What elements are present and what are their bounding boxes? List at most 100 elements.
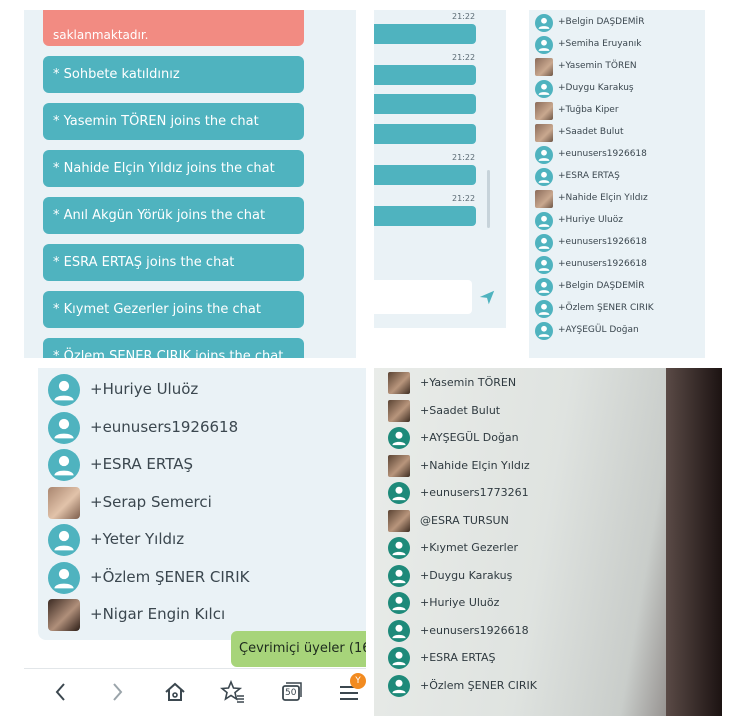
chat-bubble: [374, 65, 476, 85]
user-list-item[interactable]: +eunusers1773261: [388, 482, 668, 506]
default-avatar: [48, 411, 80, 444]
user-list-item[interactable]: +Belgin DAŞDEMİR: [535, 14, 705, 34]
user-list-item[interactable]: +Semiha Eruyanık: [535, 36, 705, 56]
user-list-item[interactable]: +Huriye Uluöz: [48, 374, 348, 408]
default-avatar: [388, 482, 410, 504]
user-icon: [54, 568, 74, 588]
default-avatar: [535, 14, 553, 32]
scrollbar[interactable]: [487, 170, 490, 228]
user-icon: [538, 83, 550, 95]
user-list-item[interactable]: +Kıymet Gezerler: [388, 537, 668, 561]
default-avatar: [48, 524, 80, 556]
default-avatar: [535, 278, 553, 296]
user-icon: [538, 237, 550, 249]
device-edge: [666, 368, 722, 716]
user-list-item[interactable]: +Saadet Bulut: [535, 124, 705, 144]
user-list-item[interactable]: +Serap Semerci: [48, 486, 348, 521]
user-list-item[interactable]: +ESRA ERTAŞ: [48, 449, 348, 483]
chat-bubbles-panel: 21:22 21:22 21:22 21:22: [374, 10, 506, 328]
user-photo-avatar: [535, 58, 553, 76]
user-name: @ESRA TURSUN: [420, 513, 509, 527]
user-list-item[interactable]: +Tuğba Kiper: [535, 102, 705, 122]
user-name: +ESRA ERTAŞ: [420, 651, 496, 664]
home-icon[interactable]: [162, 679, 188, 705]
user-list-item[interactable]: +eunusers1926618: [535, 234, 705, 254]
user-name: +eunusers1926618: [90, 417, 239, 436]
system-message: * ESRA ERTAŞ joins the chat: [43, 244, 304, 281]
message-input[interactable]: [374, 280, 472, 314]
user-list-item[interactable]: +Nahide Elçin Yıldız: [388, 454, 668, 479]
default-avatar: [535, 212, 553, 230]
user-icon: [538, 281, 550, 293]
user-list-item[interactable]: +Duygu Karakuş: [388, 564, 668, 589]
default-avatar: [388, 427, 410, 449]
default-avatar: [388, 537, 410, 559]
chevron-left-icon[interactable]: [48, 679, 74, 705]
user-list-item[interactable]: +Duygu Karakuş: [535, 80, 705, 100]
user-icon: [392, 679, 406, 693]
system-message: * Kıymet Gezerler joins the chat: [43, 291, 304, 328]
chevron-right-icon[interactable]: [104, 679, 130, 705]
user-list-item[interactable]: +Huriye Uluöz: [535, 212, 705, 232]
user-icon: [538, 215, 550, 227]
user-list-item[interactable]: +Özlem ŞENER CIRIK: [48, 561, 348, 596]
user-name: +Saadet Bulut: [558, 127, 624, 137]
user-photo-avatar: [535, 124, 553, 142]
user-name: +Yeter Yıldız: [90, 530, 185, 548]
chat-messages-panel: saklanmaktadır. * Sohbete katıldınız * Y…: [24, 10, 356, 358]
user-icon: [392, 596, 406, 611]
user-name: +Huriye Uluöz: [90, 380, 199, 398]
user-name: +eunusers1926618: [558, 259, 647, 269]
user-icon: [538, 325, 550, 337]
user-name: +AYŞEGÜL Doğan: [558, 325, 639, 335]
user-list-item[interactable]: +ESRA ERTAŞ: [388, 647, 668, 671]
user-list-item[interactable]: +eunusers1926618: [48, 411, 348, 446]
user-photo-avatar: [48, 599, 80, 631]
user-list-item[interactable]: +eunusers1926618: [535, 146, 705, 166]
user-list-item[interactable]: +eunusers1926618: [535, 256, 705, 276]
user-name: +eunusers1926618: [558, 149, 647, 159]
user-list-item[interactable]: +Nahide Elçin Yıldız: [535, 190, 705, 210]
user-name: +Belgin DAŞDEMİR: [558, 281, 645, 291]
user-list-item[interactable]: +Yasemin TÖREN: [388, 372, 668, 396]
user-list-item[interactable]: +Nigar Engin Kılcı: [48, 599, 348, 633]
online-members-tab[interactable]: Çevrimiçi üyeler (16: [231, 631, 366, 667]
user-icon: [538, 39, 550, 51]
user-icon: [392, 431, 406, 446]
user-list-item[interactable]: +ESRA ERTAŞ: [535, 168, 705, 188]
send-icon[interactable]: [478, 288, 496, 306]
user-name: +Huriye Uluöz: [420, 596, 500, 609]
user-list-item[interactable]: +Özlem ŞENER CIRIK: [535, 300, 705, 320]
user-icon: [538, 259, 550, 271]
user-photo-avatar: [388, 454, 410, 477]
user-list-item[interactable]: @ESRA TURSUN: [388, 509, 668, 534]
user-name: +Belgin DAŞDEMİR: [558, 17, 645, 27]
system-message: * Yasemin TÖREN joins the chat: [43, 103, 304, 140]
user-photo-avatar: [535, 190, 553, 208]
user-list-item[interactable]: +AYŞEGÜL Doğan: [388, 427, 668, 451]
tabs-button[interactable]: 50: [278, 679, 304, 705]
user-list-item[interactable]: +Yasemin TÖREN: [535, 58, 705, 78]
star-list-icon[interactable]: [220, 679, 246, 705]
alert-message: saklanmaktadır.: [43, 10, 304, 46]
user-list-item[interactable]: +Saadet Bulut: [388, 399, 668, 424]
user-icon: [54, 530, 74, 551]
default-avatar: [48, 449, 80, 481]
user-list-item[interactable]: +AYŞEGÜL Doğan: [535, 322, 705, 342]
default-avatar: [535, 146, 553, 164]
chat-bubble: [374, 94, 476, 114]
user-list-item[interactable]: +Belgin DAŞDEMİR: [535, 278, 705, 298]
user-name: +ESRA ERTAŞ: [90, 455, 194, 473]
user-photo-avatar: [388, 372, 410, 394]
system-message: * Anıl Akgün Yörük joins the chat: [43, 197, 304, 234]
chat-bubble: [374, 165, 476, 185]
user-list-item[interactable]: +Özlem ŞENER CIRIK: [388, 674, 668, 699]
message-time: 21:22: [452, 194, 476, 203]
user-icon: [54, 418, 74, 438]
user-name: +AYŞEGÜL Doğan: [420, 431, 519, 444]
user-list-photo: +Yasemin TÖREN +Saadet Bulut +AYŞEGÜL Doğa…: [374, 368, 722, 716]
user-list-item[interactable]: +Huriye Uluöz: [388, 592, 668, 616]
user-list-item[interactable]: +eunusers1926618: [388, 619, 668, 644]
user-photo-avatar: [388, 399, 410, 422]
user-list-item[interactable]: +Yeter Yıldız: [48, 524, 348, 558]
